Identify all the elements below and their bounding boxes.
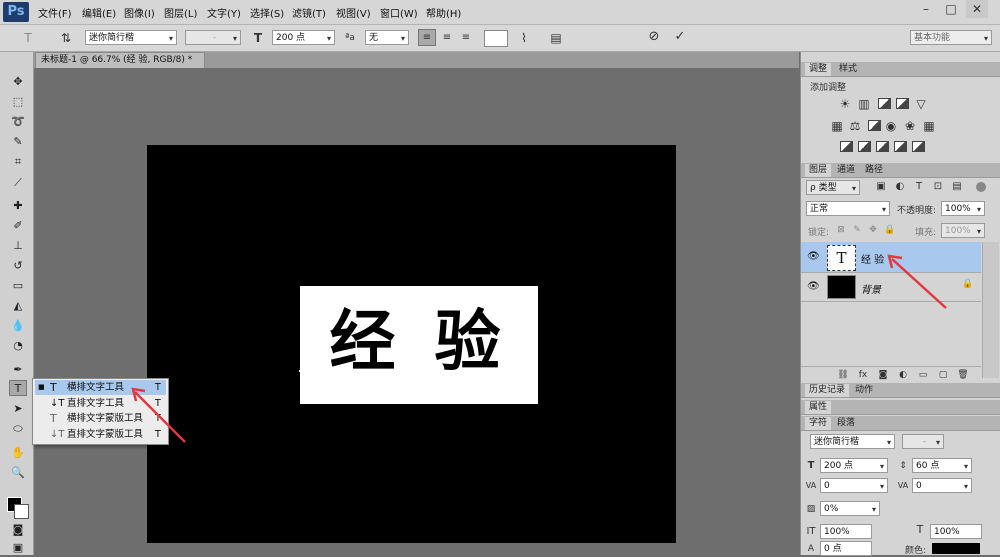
annotation-arrows xyxy=(131,254,947,443)
arrow-to-text-layer xyxy=(887,254,947,309)
arrow-to-flyout xyxy=(131,387,186,443)
